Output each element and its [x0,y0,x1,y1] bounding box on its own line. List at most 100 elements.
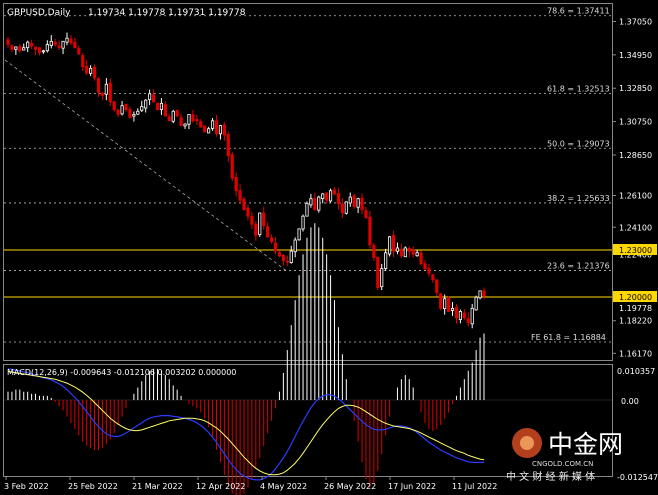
candle-body [57,45,61,49]
candle-body [391,235,396,252]
candle-body [258,212,262,235]
candle-body [266,226,270,238]
candle-body [65,37,69,43]
x-tick-label: 26 May 2022 [324,482,376,491]
candle-body [395,247,400,252]
candle-body [33,46,38,50]
fib-label: 78.6 = 1.37411 [547,7,610,16]
candle-body [356,198,360,208]
candle-body [85,65,89,74]
candle-body [226,134,230,157]
candle-body [321,193,325,199]
candle-body [14,46,18,50]
candle-body [218,125,223,135]
candle-body [313,198,317,211]
candle-body [368,216,372,246]
candle-body [214,120,219,134]
candle-body [462,312,466,319]
candle-body [458,311,462,320]
candle-body [230,154,234,179]
candle-body [140,106,144,111]
candle-body [30,42,34,47]
candle-body [96,78,101,93]
candle-body [73,41,77,49]
candle-body [336,193,341,204]
candle-body [89,67,93,74]
candle-body [37,47,42,53]
candle-body [340,203,344,214]
tag-120-text: 1.20000 [619,293,652,302]
candle-body [305,203,309,217]
candle-body [124,103,128,111]
candle-body [191,114,195,122]
candle-body [250,216,254,225]
y-tick-label: 1.24100 [619,223,652,232]
candle-body [478,290,482,299]
x-tick-label: 3 Feb 2022 [4,482,49,491]
candle-body [470,307,474,325]
y-tick-label: 1.18220 [619,317,652,326]
candle-body [380,268,384,288]
candle-body [148,93,152,100]
candle-body [175,109,179,117]
y-tick-label: 1.16170 [619,349,652,358]
price-chart[interactable]: 78.6 = 1.37411 61.8 = 1.32513 50.0 = 1.290… [0,0,658,495]
fib-label: 50.0 = 1.29073 [547,139,610,148]
candle-body [195,119,199,122]
candle-body [6,39,10,45]
candle-body [49,40,53,46]
candle-body [155,102,160,111]
candle-body [372,244,376,258]
candle-body [388,236,392,255]
candle-body [108,82,112,103]
candle-body [207,128,211,134]
candle-body [128,109,132,119]
candle-body [167,116,171,122]
candle-body [443,298,447,309]
candle-body [77,48,81,55]
candle-body [352,195,356,208]
candle-body [151,94,156,103]
candle-body [159,102,164,110]
candle-body [407,248,411,252]
candle-body [317,196,321,211]
candle-body [199,121,203,128]
candle-body [376,256,380,289]
candle-body [431,274,435,281]
brand-slogan: 中 文 财 经 新 媒 体 [506,470,595,483]
y-tick-label: 1.26100 [619,192,652,201]
candle-body [61,40,65,49]
candle-body [344,201,348,214]
candle-body [403,247,407,258]
candle-body [289,250,293,263]
candle-body [22,47,26,51]
ohlc-label: 1.19734 1.19778 1.19731 1.19778 [88,8,246,18]
candle-body [454,307,459,319]
candle-body [427,267,431,274]
candle-body [104,83,108,95]
candle-body [120,105,124,115]
x-tick-label: 21 Mar 2022 [132,482,183,491]
y-tick-label: 1.34950 [619,51,652,60]
candle-body [384,252,388,269]
x-tick-label: 17 Jun 2022 [388,482,436,491]
x-tick-label: 4 May 2022 [260,482,307,491]
candle-body [415,252,419,257]
candle-body [411,249,415,255]
symbol-label: GBPUSD,Daily [7,8,71,18]
candle-body [171,110,175,122]
candle-body [246,207,250,217]
candle-body [360,197,364,211]
last-price-tag: 1.19778 [619,304,652,313]
candle-body [447,297,451,312]
candle-body [136,110,140,115]
candle-body [399,248,403,257]
candle-body [187,114,191,125]
candle-body [183,123,187,127]
candle-body [234,176,238,192]
candle-body [297,228,301,241]
candle-body [423,263,427,270]
candle-body [450,307,455,311]
candle-body [132,114,136,117]
candle-body [262,212,266,227]
